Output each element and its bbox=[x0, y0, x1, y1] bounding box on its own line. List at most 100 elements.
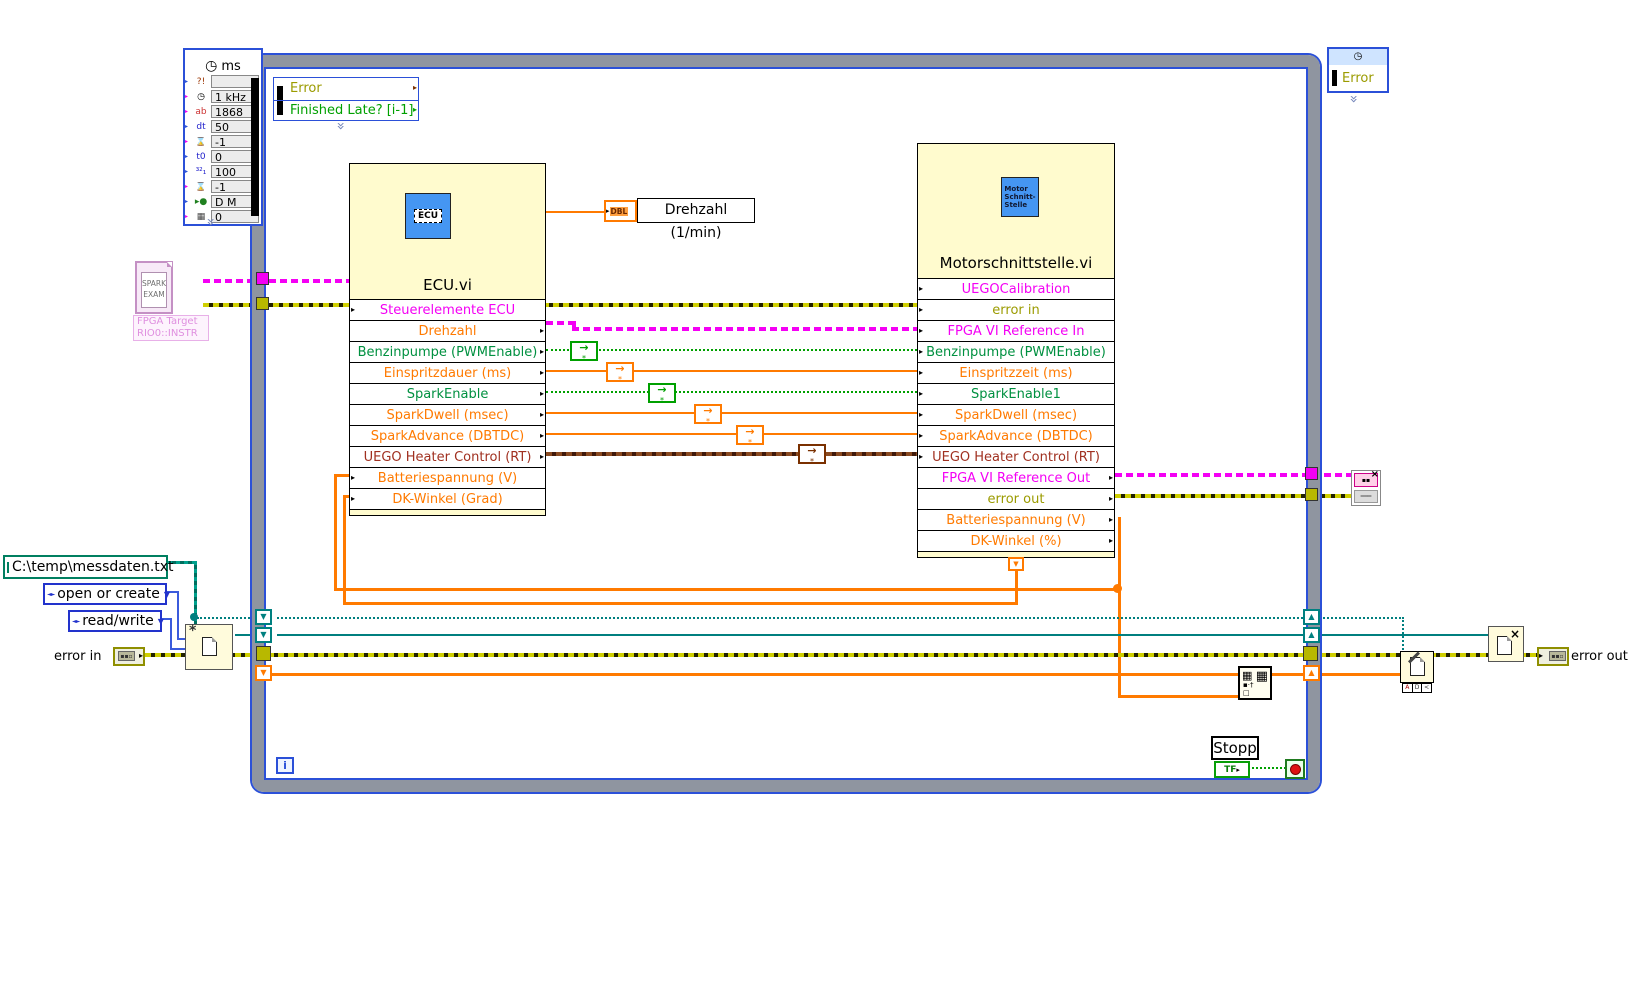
increment-decrement-icon[interactable]: ◄► bbox=[47, 591, 55, 598]
access-mode-enum[interactable]: ◄► read/write ▼ bbox=[68, 610, 164, 632]
terminal-row[interactable]: error out ▸ bbox=[918, 488, 1114, 509]
terminal-label: SparkDwell (msec) bbox=[386, 407, 509, 423]
close-file-icon[interactable]: × bbox=[1488, 626, 1524, 662]
terminal-arrow-icon: ▸ bbox=[1108, 515, 1113, 524]
terminal-row[interactable]: SparkAdvance (DBTDC) ▸ bbox=[918, 425, 1114, 446]
loop-condition-terminal[interactable] bbox=[1285, 759, 1305, 779]
terminal-arrow-icon: ▸ bbox=[919, 305, 924, 314]
timed-loop-config-node[interactable]: ◷ ms ▸?! ▸ ◷ 1 kHz ▸ ab 1868 ▸ dt 50 ▸ ⌛ -1 ▸ t0 0 ▸ ³²₁ 1… bbox=[183, 48, 263, 226]
timing-row-cursor: ▸ ▸● D M bbox=[185, 194, 261, 209]
terminal-row[interactable]: Steuerelemente ECU ▸ bbox=[350, 299, 545, 320]
feedback-node-icon[interactable]: → * bbox=[570, 341, 598, 363]
wire bbox=[170, 648, 186, 650]
timing-row-321: ▸ ³²₁ 100 bbox=[185, 164, 261, 179]
dt-icon: dt bbox=[196, 121, 206, 132]
stop-boolean-terminal[interactable]: TF ▸ bbox=[1214, 761, 1250, 778]
error-out-terminal[interactable]: ▸ ▪▪▫ bbox=[1537, 647, 1569, 666]
terminal-row[interactable]: SparkEnable ▸ bbox=[350, 383, 545, 404]
terminal-arrow-icon: ▸ bbox=[539, 368, 544, 377]
terminal-row[interactable]: UEGO Heater Control (RT) ▸ bbox=[350, 446, 545, 467]
loop-output-node[interactable]: ◷ Error bbox=[1327, 47, 1389, 93]
tunnel-error[interactable] bbox=[256, 646, 271, 661]
tunnel-error[interactable] bbox=[1303, 646, 1318, 661]
shift-register-terminal[interactable]: ▼ bbox=[255, 627, 272, 643]
terminal-row[interactable]: Batteriespannung (V) ▸ bbox=[918, 509, 1114, 530]
terminal-row[interactable]: UEGO Heater Control (RT) ▸ bbox=[918, 446, 1114, 467]
tunnel-error[interactable] bbox=[256, 297, 269, 310]
open-create-replace-file-icon[interactable]: * bbox=[185, 623, 233, 670]
open-mode-enum[interactable]: ◄► open or create ▼ bbox=[43, 583, 170, 605]
feedback-node-icon[interactable]: → * bbox=[798, 444, 826, 466]
terminal-row[interactable]: Batteriespannung (V) ▸ bbox=[350, 467, 545, 488]
terminal-label: Batteriespannung (V) bbox=[377, 470, 518, 486]
motorschnittstelle-vi-node[interactable]: Motor Schnitt- Stelle Motorschnittstelle… bbox=[917, 143, 1115, 558]
file-path-text: C:\temp\messdaten.txt bbox=[12, 559, 174, 575]
fpga-target-file-icon[interactable]: SPARK EXAM bbox=[135, 261, 173, 314]
tunnel-fpga-reference[interactable] bbox=[256, 272, 269, 285]
terminal-arrow-icon: ▸ bbox=[919, 347, 924, 356]
terminal-row[interactable]: DK-Winkel (%) ▸ bbox=[918, 530, 1114, 551]
terminal-row[interactable]: SparkDwell (msec) ▸ bbox=[350, 404, 545, 425]
shift-register-terminal[interactable]: ▼ bbox=[255, 609, 272, 625]
feedback-node-icon[interactable]: → * bbox=[694, 404, 722, 426]
terminal-row[interactable]: FPGA VI Reference Out ▸ bbox=[918, 467, 1114, 488]
iteration-terminal[interactable]: i bbox=[276, 757, 294, 774]
collapse-chevron-icon[interactable]: » bbox=[332, 122, 348, 131]
fpga-target-icon-text: SPARK bbox=[142, 279, 167, 288]
terminal-label: Einspritzdauer (ms) bbox=[383, 365, 512, 381]
terminal-row[interactable]: Benzinpumpe (PWMEnable) ▸ bbox=[350, 341, 545, 362]
dk-winkel-bottom-terminal-icon[interactable]: ▼ bbox=[1008, 557, 1024, 571]
feedback-node-icon[interactable]: → * bbox=[736, 425, 764, 447]
terminal-row[interactable]: Benzinpumpe (PWMEnable) ▸ bbox=[918, 341, 1114, 362]
terminal-arrow-icon: ▸ bbox=[539, 410, 544, 419]
ecu-vi-title: ECU.vi bbox=[423, 276, 472, 294]
terminal-row[interactable]: SparkEnable1 ▸ bbox=[918, 383, 1114, 404]
increment-decrement-icon[interactable]: ◄► bbox=[72, 618, 80, 625]
terminal-row[interactable]: DK-Winkel (Grad) ▸ bbox=[350, 488, 545, 509]
terminal-row[interactable]: Einspritzzeit (ms) ▸ bbox=[918, 362, 1114, 383]
ecu-vi-node[interactable]: ECU ECU.vi Steuerelemente ECU ▸ Drehzahl ▸ B… bbox=[349, 163, 546, 516]
stop-sign-icon bbox=[1289, 763, 1301, 775]
build-array-icon[interactable]: ▦ ▦ ▪·† □ bbox=[1238, 666, 1272, 700]
terminal-label: SparkAdvance (DBTDC) bbox=[939, 428, 1093, 444]
fpga-target-caption: FPGA Target RIO0::INSTR bbox=[133, 315, 209, 341]
terminal-row[interactable]: error in ▸ bbox=[918, 299, 1114, 320]
drehzahl-indicator-terminal[interactable]: ▸ DBL bbox=[604, 200, 637, 222]
shift-register-terminal[interactable]: ▲ bbox=[1303, 665, 1320, 681]
collapse-chevron-icon[interactable]: » bbox=[202, 218, 218, 227]
terminal-arrow-icon: ▸ bbox=[539, 326, 544, 335]
shift-register-terminal[interactable]: ▲ bbox=[1303, 627, 1320, 643]
terminal-label: DK-Winkel (Grad) bbox=[392, 491, 503, 507]
clock-icon: ◷ bbox=[197, 91, 205, 102]
chevron-down-icon[interactable]: ▼ bbox=[164, 590, 170, 599]
loop-input-error-label: Error bbox=[290, 81, 322, 96]
open-mode-value: open or create bbox=[57, 586, 160, 602]
terminal-row[interactable]: SparkAdvance (DBTDC) ▸ bbox=[350, 425, 545, 446]
chevron-down-icon[interactable]: ▼ bbox=[158, 617, 164, 626]
error-in-terminal[interactable]: ▪▪▫ ▸ bbox=[113, 647, 145, 666]
tunnel-error[interactable] bbox=[1305, 488, 1318, 501]
terminal-row[interactable]: SparkDwell (msec) ▸ bbox=[918, 404, 1114, 425]
terminal-row[interactable]: Einspritzdauer (ms) ▸ bbox=[350, 362, 545, 383]
file-path-constant[interactable]: C:\temp\messdaten.txt bbox=[3, 555, 174, 579]
clock-icon: ◷ bbox=[205, 58, 218, 74]
terminal-row[interactable]: Drehzahl ▸ bbox=[350, 320, 545, 341]
stop-button-label: Stopp bbox=[1211, 736, 1259, 760]
terminal-arrow-icon: ▸ bbox=[919, 368, 924, 377]
shift-register-terminal[interactable]: ▲ bbox=[1303, 609, 1320, 625]
terminal-label: UEGO Heater Control (RT) bbox=[363, 449, 532, 465]
terminal-row[interactable]: UEGOCalibration ▸ bbox=[918, 278, 1114, 299]
timing-node-scrollbar[interactable] bbox=[251, 78, 259, 216]
feedback-node-icon[interactable]: → * bbox=[606, 362, 634, 384]
wire bbox=[177, 591, 179, 640]
terminal-row[interactable]: FPGA VI Reference In ▸ bbox=[918, 320, 1114, 341]
loop-input-node[interactable]: Error Finished Late? [i-1] ▸ ▸ bbox=[273, 77, 419, 121]
collapse-chevron-icon[interactable]: » bbox=[1345, 95, 1361, 104]
tunnel-fpga-reference[interactable] bbox=[1305, 467, 1318, 480]
write-to-text-file-icon[interactable] bbox=[1400, 651, 1434, 683]
close-fpga-reference-icon[interactable]: ▪▪ × ═══ bbox=[1351, 469, 1381, 506]
shift-register-terminal[interactable]: ▼ bbox=[255, 665, 272, 681]
wire bbox=[1320, 634, 1490, 636]
access-mode-value: read/write bbox=[82, 613, 154, 629]
feedback-node-icon[interactable]: → * bbox=[648, 383, 676, 405]
